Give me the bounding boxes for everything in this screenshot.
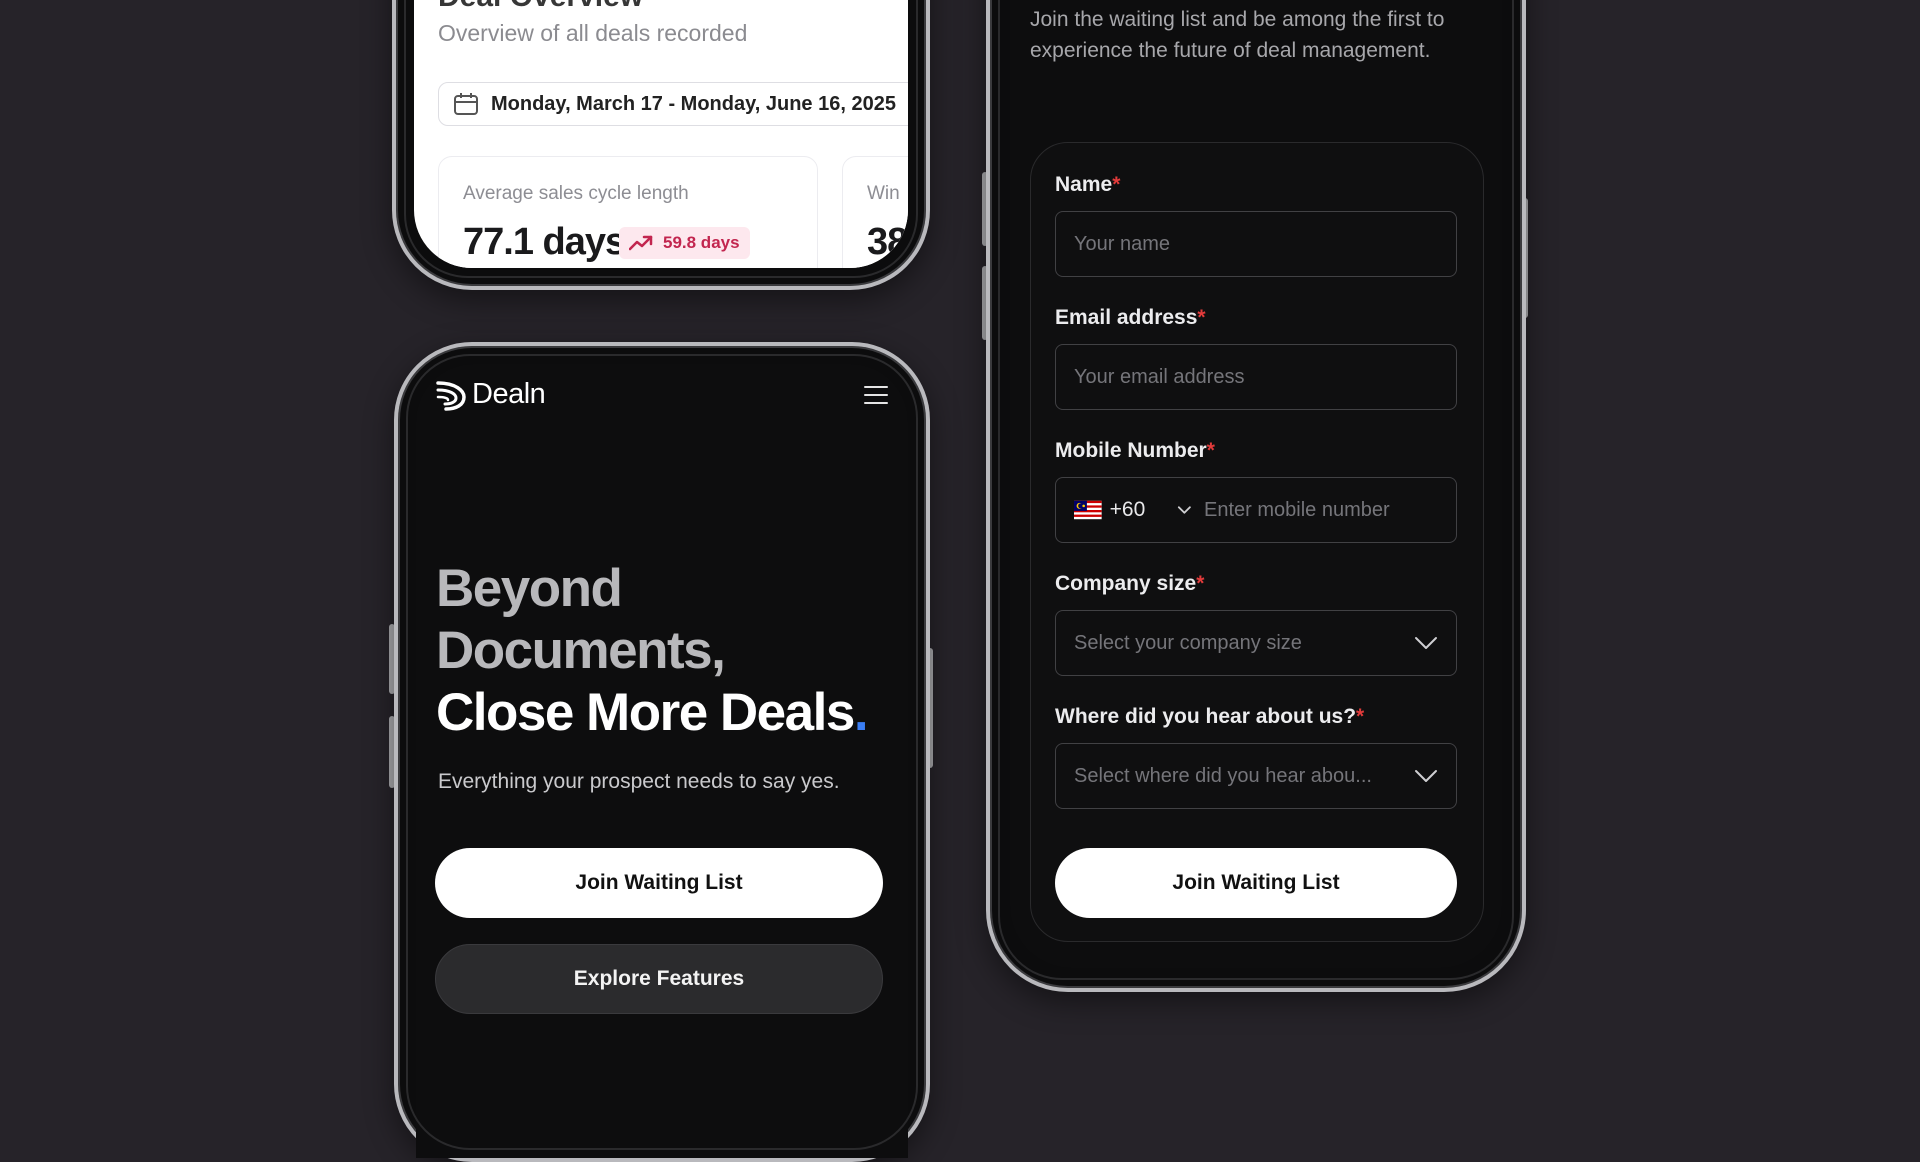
mobile-label: Mobile Number* <box>1055 439 1215 463</box>
dashboard-title: Deal Overview <box>438 0 643 14</box>
company-size-placeholder: Select your company size <box>1074 631 1302 654</box>
source-label-text: Where did you hear about us? <box>1055 705 1357 728</box>
chevron-down-icon <box>1415 770 1437 782</box>
mobile-label-text: Mobile Number <box>1055 439 1207 462</box>
trend-badge: 59.8 days <box>619 227 750 259</box>
join-waiting-list-button[interactable]: Join Waiting List <box>435 848 883 918</box>
hamburger-menu-icon[interactable] <box>864 386 888 404</box>
waiting-list-form: Name* Email address* Mobile Number* <box>1030 142 1484 942</box>
form-screen: Join the waiting list and be among the f… <box>1010 0 1502 968</box>
dashboard-subtitle: Overview of all deals recorded <box>438 20 748 46</box>
stat-label: Average sales cycle length <box>463 183 689 204</box>
trending-up-icon <box>629 235 653 251</box>
hero-line-3-text: Close More Deals <box>436 683 855 742</box>
calendar-icon <box>454 93 478 115</box>
name-label: Name* <box>1055 173 1120 197</box>
dealn-logo-icon <box>436 380 466 411</box>
source-placeholder: Select where did you hear abou... <box>1074 764 1372 787</box>
dashboard-screen: Deal Overview Overview of all deals reco… <box>414 0 908 268</box>
mobile-number-field: +60 <box>1055 477 1471 543</box>
hero-line-3: Close More Deals. <box>436 682 869 744</box>
required-mark: * <box>1196 572 1205 595</box>
source-label: Where did you hear about us?* <box>1055 705 1364 729</box>
brand-logo[interactable]: Dealn <box>434 378 546 411</box>
hero-heading: Beyond Documents, Close More Deals. <box>436 558 869 744</box>
phone-mockup-landing: Dealn Beyond Documents, Close More Deals… <box>394 342 930 1162</box>
stat-card-win[interactable]: Win 38 <box>842 156 908 268</box>
country-code-select[interactable]: +60 <box>1056 498 1192 522</box>
hero-line-1: Beyond <box>436 559 623 618</box>
required-mark: * <box>1112 173 1121 196</box>
mobile-input[interactable] <box>1192 497 1471 523</box>
name-label-text: Name <box>1055 173 1113 196</box>
required-mark: * <box>1356 705 1365 728</box>
submit-join-waiting-list-button[interactable]: Join Waiting List <box>1055 848 1457 918</box>
email-field[interactable] <box>1055 344 1457 410</box>
trend-badge-text: 59.8 days <box>663 233 740 252</box>
stat-value: 77.1 days <box>463 221 626 263</box>
company-size-select[interactable]: Select your company size <box>1055 610 1457 676</box>
chevron-down-icon <box>1178 506 1192 514</box>
hero-subtitle: Everything your prospect needs to say ye… <box>438 770 840 793</box>
country-code: +60 <box>1109 498 1146 521</box>
phone-mockup-dashboard: Deal Overview Overview of all deals reco… <box>392 0 930 290</box>
stat-label: Win <box>867 183 900 204</box>
brand-name: Dealn <box>472 378 546 410</box>
phone-mockup-form: Join the waiting list and be among the f… <box>986 0 1526 992</box>
name-field[interactable] <box>1055 211 1457 277</box>
date-range-picker[interactable]: Monday, March 17 - Monday, June 16, 2025 <box>438 82 908 126</box>
required-mark: * <box>1206 439 1215 462</box>
email-label-text: Email address <box>1055 306 1198 329</box>
explore-features-button[interactable]: Explore Features <box>435 944 883 1014</box>
email-label: Email address* <box>1055 306 1206 330</box>
source-select[interactable]: Select where did you hear abou... <box>1055 743 1457 809</box>
malaysia-flag-icon <box>1074 500 1102 520</box>
stat-value: 38 <box>867 221 908 263</box>
stat-card-sales-cycle[interactable]: Average sales cycle length 77.1 days 59.… <box>438 156 818 268</box>
company-size-label-text: Company size <box>1055 572 1197 595</box>
form-intro-text: Join the waiting list and be among the f… <box>1030 8 1445 62</box>
required-mark: * <box>1197 306 1206 329</box>
hero-line-2: Documents, <box>436 621 726 680</box>
date-range-text: Monday, March 17 - Monday, June 16, 2025 <box>491 92 896 115</box>
chevron-down-icon <box>1415 637 1437 649</box>
company-size-label: Company size* <box>1055 572 1204 596</box>
hero-accent-dot: . <box>853 683 869 742</box>
landing-screen: Dealn Beyond Documents, Close More Deals… <box>416 364 908 1158</box>
